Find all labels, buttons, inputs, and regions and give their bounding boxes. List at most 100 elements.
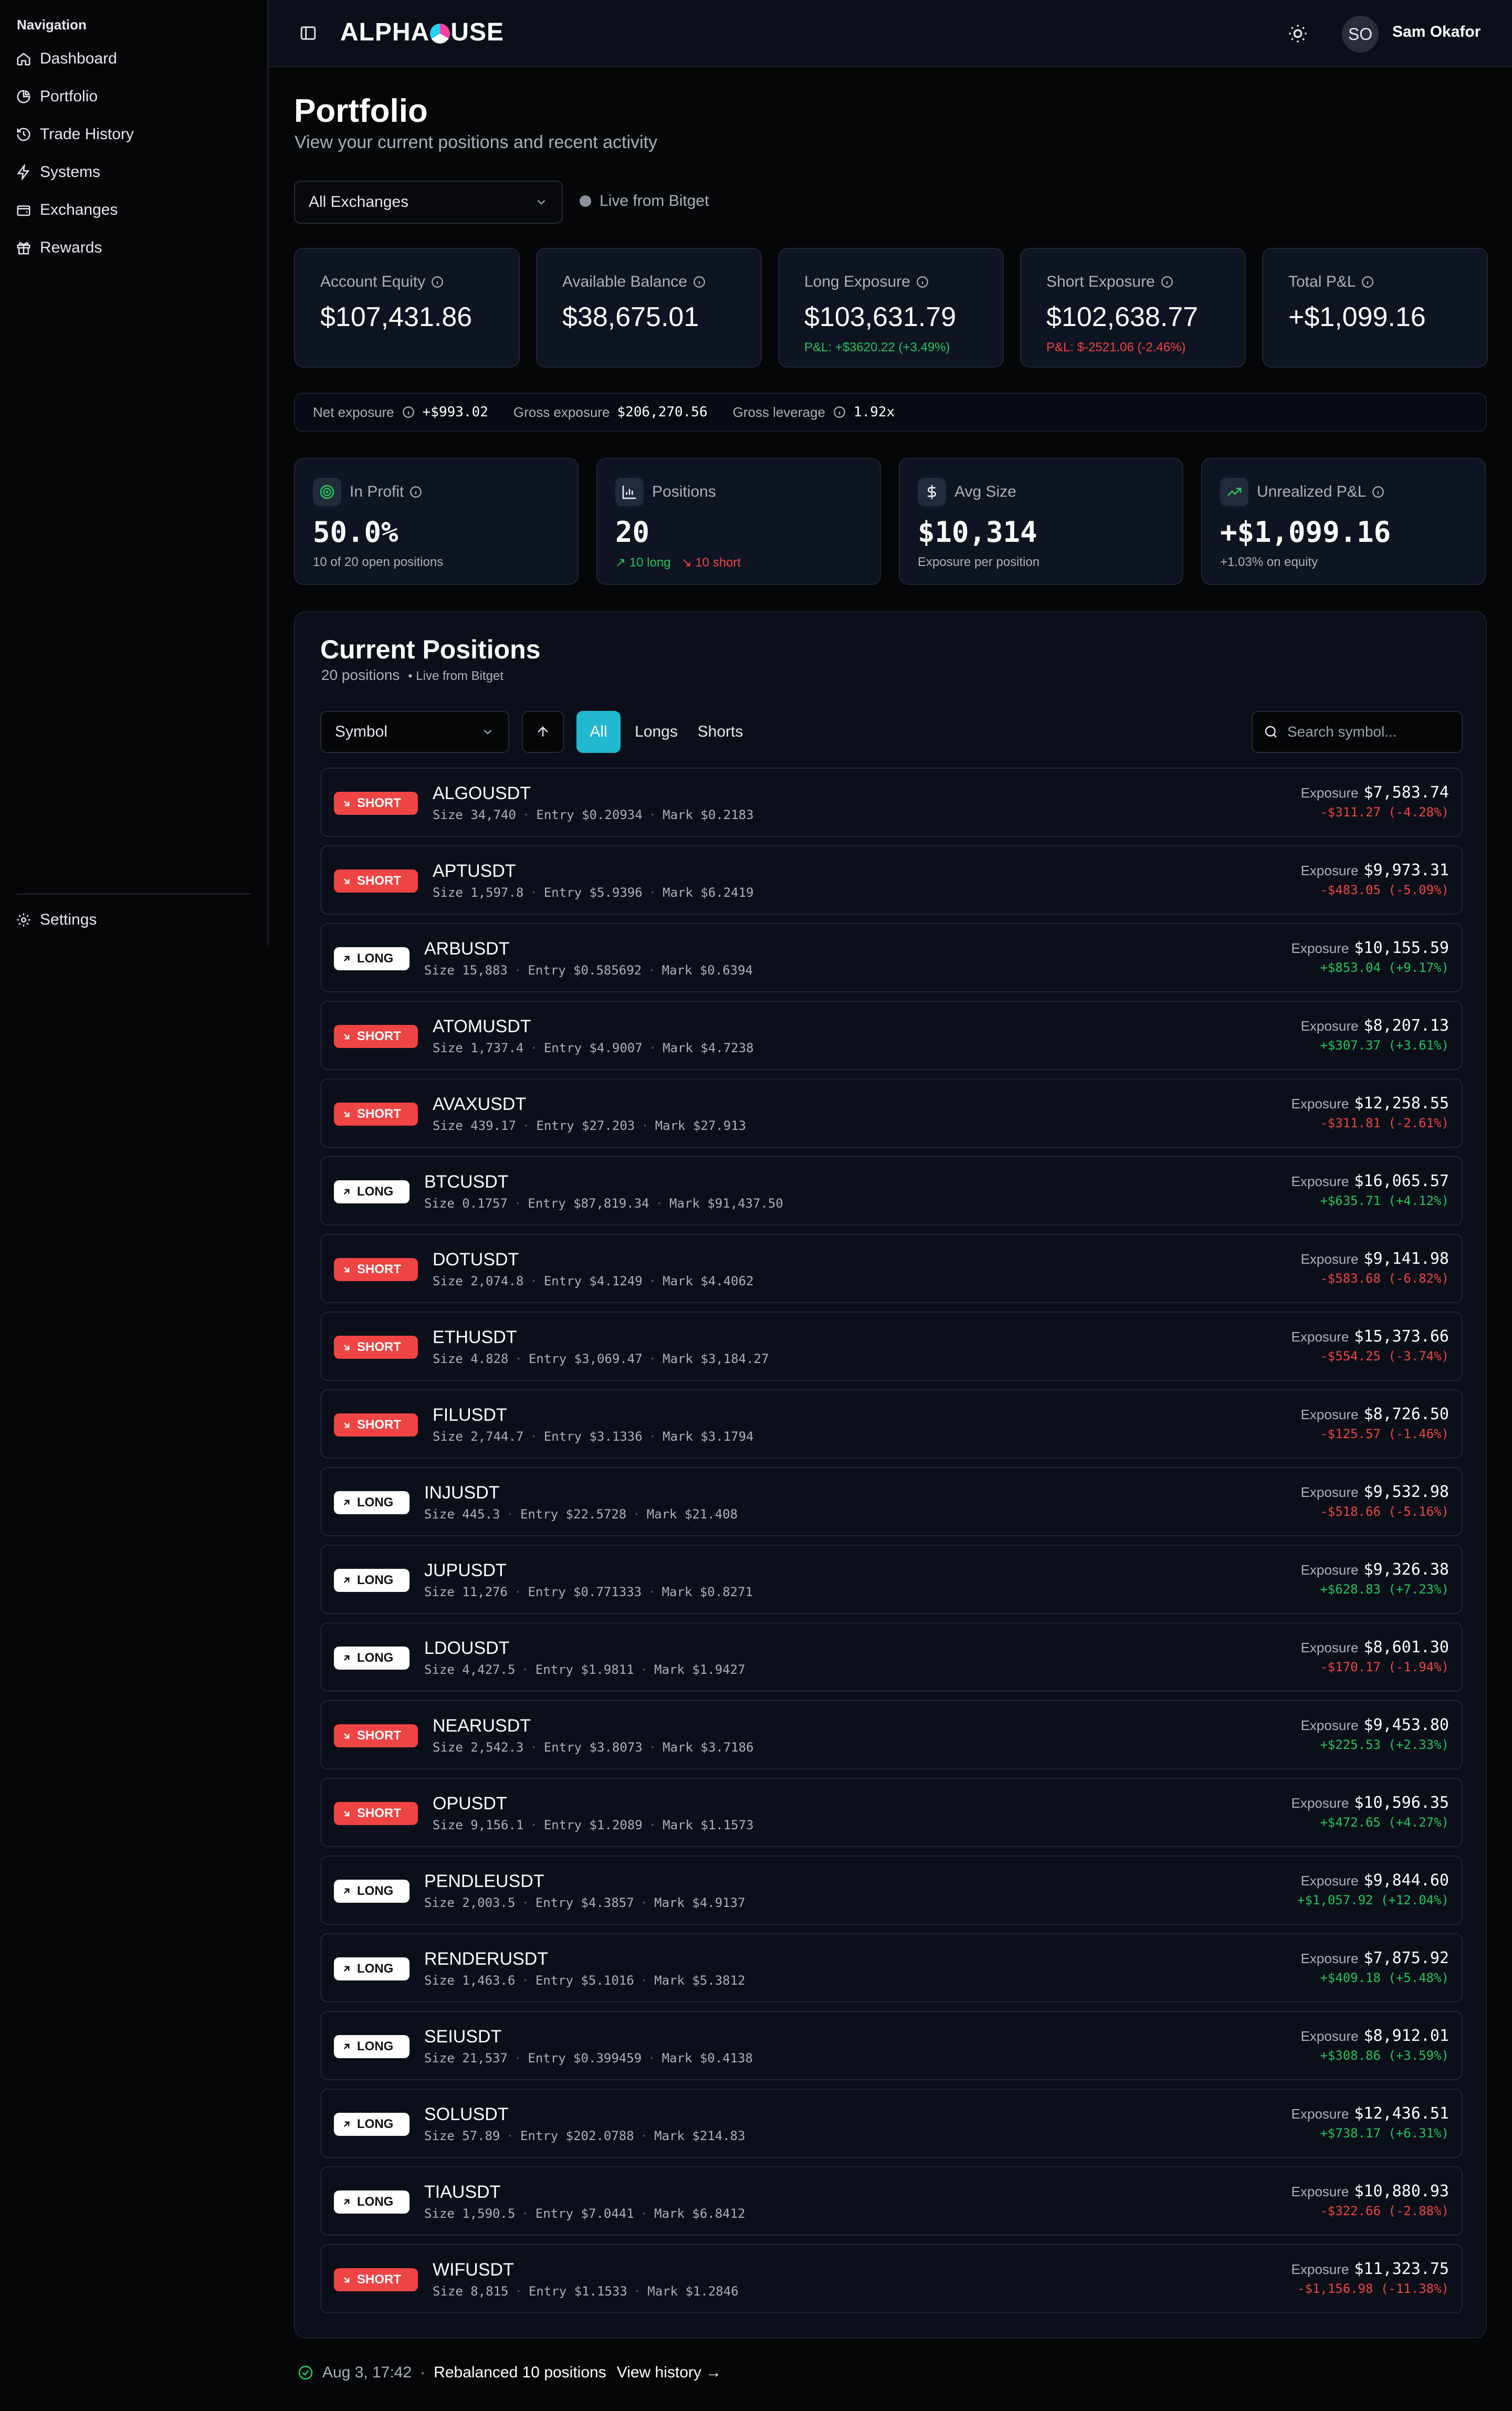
position-row[interactable]: SHORT ALGOUSDT Size 34,740 · Entry $0.20934 ·… [320, 768, 1463, 837]
position-details: Size 1,590.5 · Entry $7.0441 · Mark $6.8412 [424, 2206, 746, 2221]
logo-text-right: USE [450, 18, 505, 46]
filter-longs-button[interactable]: Longs [629, 711, 684, 753]
position-row[interactable]: LONG INJUSDT Size 445.3 · Entry $22.5728 · Mar… [320, 1467, 1463, 1536]
position-pnl: +$307.37 (+3.61%) [1320, 1038, 1449, 1053]
position-row[interactable]: LONG SEIUSDT Size 21,537 · Entry $0.399459 · M… [320, 2011, 1463, 2080]
position-symbol: SEIUSDT [424, 2027, 502, 2047]
position-row[interactable]: LONG PENDLEUSDT Size 2,003.5 · Entry $4.3857… [320, 1856, 1463, 1925]
top-header: ALPHA USE SO Sam Okafor [269, 0, 1512, 67]
gear-icon [17, 913, 30, 927]
side-label: SHORT [357, 874, 401, 888]
info-icon[interactable] [692, 275, 706, 289]
position-row[interactable]: SHORT OPUSDT Size 9,156.1 · Entry $1.2089 · Ma… [320, 1778, 1463, 1847]
position-symbol: APTUSDT [433, 861, 516, 881]
position-row[interactable]: SHORT NEARUSDT Size 2,542.3 · Entry $3.8073 ·… [320, 1700, 1463, 1769]
sidebar-item-settings[interactable]: Settings [16, 901, 252, 939]
stat-label: Account Equity [320, 273, 426, 290]
position-row[interactable]: SHORT FILUSDT Size 2,744.7 · Entry $3.1336 · M… [320, 1389, 1463, 1459]
avatar[interactable]: SO [1342, 16, 1379, 53]
position-details: Size 8,815 · Entry $1.1533 · Mark $1.2846 [433, 2284, 739, 2299]
positions-count: 20 positions [321, 667, 400, 683]
position-mark: Mark $0.4138 [662, 2051, 753, 2066]
sidebar-item-rewards[interactable]: Rewards [16, 229, 252, 267]
search-input[interactable] [1287, 724, 1445, 740]
logo[interactable]: ALPHA USE [340, 18, 504, 47]
position-row[interactable]: LONG BTCUSDT Size 0.1757 · Entry $87,819.34 ·… [320, 1156, 1463, 1225]
filter-all-button[interactable]: All [576, 711, 621, 753]
position-mark: Mark $214.83 [654, 2129, 746, 2143]
sidebar-item-systems[interactable]: Systems [16, 153, 252, 191]
arrow-down-right-icon [343, 1810, 350, 1817]
position-entry: Entry $7.0441 [535, 2206, 634, 2221]
sidebar-item-exchanges[interactable]: Exchanges [16, 191, 252, 229]
position-values: Exposure $11,323.75 -$1,156.98 (-11.38%) [1292, 2260, 1449, 2296]
position-row[interactable]: LONG JUPUSDT Size 11,276 · Entry $0.771333 · M… [320, 1545, 1463, 1614]
position-row[interactable]: LONG LDOUSDT Size 4,427.5 · Entry $1.9811 · Ma… [320, 1622, 1463, 1692]
side-label: LONG [357, 1651, 394, 1665]
position-mark: Mark $6.2419 [663, 885, 754, 900]
position-row[interactable]: SHORT DOTUSDT Size 2,074.8 · Entry $4.1249 · M… [320, 1234, 1463, 1303]
sidebar-item-trade-history[interactable]: Trade History [16, 116, 252, 153]
info-icon[interactable] [833, 405, 846, 419]
metric-label: Unrealized P&L [1257, 483, 1367, 500]
sort-select[interactable]: Symbol [320, 711, 509, 753]
sidebar-toggle-icon[interactable] [299, 24, 317, 42]
side-badge: LONG [334, 2190, 410, 2214]
info-icon[interactable] [430, 275, 444, 289]
position-row[interactable]: SHORT AVAXUSDT Size 439.17 · Entry $27.203 · M… [320, 1078, 1463, 1148]
position-details: Size 2,003.5 · Entry $4.3857 · Mark $4.9137 [424, 1895, 746, 1910]
position-row[interactable]: SHORT WIFUSDT Size 8,815 · Entry $1.1533 · Mar… [320, 2244, 1463, 2313]
position-row[interactable]: SHORT ATOMUSDT Size 1,737.4 · Entry $4.9007 ·… [320, 1001, 1463, 1070]
position-exposure: $9,141.98 [1363, 1250, 1449, 1268]
exposure-label: Exposure [1291, 1795, 1349, 1811]
nav-list: Dashboard Portfolio Trade History System… [16, 40, 252, 267]
activity-separator: · [420, 2364, 426, 2381]
metric-note: +1.03% on equity [1220, 555, 1318, 569]
filter-shorts-button[interactable]: Shorts [690, 711, 751, 753]
position-exposure: $12,436.51 [1354, 2104, 1449, 2123]
zap-icon [17, 164, 30, 180]
chevron-down-icon [484, 729, 492, 735]
exchange-select[interactable]: All Exchanges [294, 181, 563, 224]
sidebar-item-dashboard[interactable]: Dashboard [16, 40, 252, 78]
info-icon[interactable] [1160, 275, 1174, 289]
side-label: SHORT [357, 1340, 401, 1354]
sidebar-item-label: Trade History [40, 125, 134, 143]
position-pnl: -$311.27 (-4.28%) [1320, 805, 1449, 820]
side-label: SHORT [357, 1728, 401, 1743]
position-exposure: $10,880.93 [1354, 2182, 1449, 2200]
info-icon[interactable] [409, 485, 423, 499]
stat-long-exposure: Long Exposure $103,631.79 P&L: +$3620.22… [778, 248, 1004, 368]
exposure-label: Exposure [1291, 1096, 1349, 1112]
position-exposure: $8,207.13 [1363, 1016, 1449, 1035]
position-row[interactable]: LONG TIAUSDT Size 1,590.5 · Entry $7.0441 · Ma… [320, 2166, 1463, 2236]
info-icon[interactable] [1361, 275, 1374, 289]
exposure-label: Exposure [1300, 863, 1359, 878]
position-exposure: $12,258.55 [1354, 1094, 1449, 1113]
info-icon[interactable] [402, 405, 415, 419]
position-mark: Mark $3.1794 [663, 1429, 754, 1444]
info-icon[interactable] [1371, 485, 1385, 499]
exposure-label: Exposure [1300, 1251, 1359, 1267]
sun-icon[interactable] [1287, 23, 1308, 44]
position-exposure: $8,601.30 [1363, 1638, 1449, 1657]
position-row[interactable]: LONG RENDERUSDT Size 1,463.6 · Entry $5.1016… [320, 1933, 1463, 2003]
view-history-link[interactable]: View history → [617, 2364, 722, 2382]
exposure-label: Exposure [1300, 1484, 1359, 1500]
position-size: Size 9,156.1 [433, 1818, 524, 1832]
position-size: Size 0.1757 [424, 1196, 508, 1211]
gross-leverage-value: 1.92x [853, 404, 895, 420]
side-badge: LONG [334, 2035, 410, 2058]
position-row[interactable]: LONG ARBUSDT Size 15,883 · Entry $0.585692 · M… [320, 923, 1463, 992]
position-row[interactable]: SHORT APTUSDT Size 1,597.8 · Entry $5.9396 · M… [320, 845, 1463, 915]
user-name[interactable]: Sam Okafor [1392, 23, 1480, 41]
position-size: Size 439.17 [433, 1118, 516, 1133]
sidebar-item-portfolio[interactable]: Portfolio [16, 78, 252, 116]
position-entry: Entry $5.9396 [543, 885, 643, 900]
position-mark: Mark $0.2183 [663, 808, 754, 822]
info-icon[interactable] [916, 275, 929, 289]
status-dot [580, 195, 591, 207]
position-row[interactable]: SHORT ETHUSDT Size 4.828 · Entry $3,069.47 · M… [320, 1312, 1463, 1381]
position-row[interactable]: LONG SOLUSDT Size 57.89 · Entry $202.0788 · Ma… [320, 2089, 1463, 2158]
sort-direction-button[interactable] [522, 711, 564, 753]
